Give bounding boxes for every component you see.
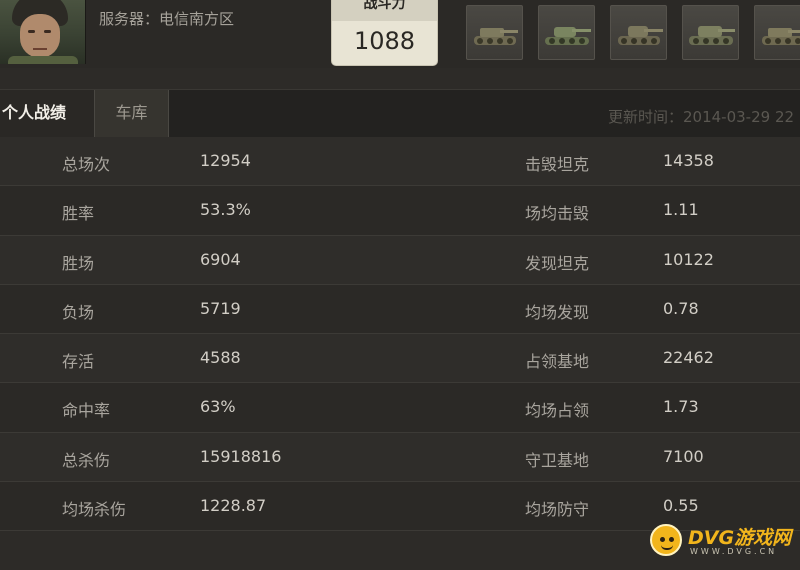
stat-value: 0.55	[663, 496, 699, 516]
stats-row: 负场 5719 均场发现 0.78	[0, 284, 800, 335]
stats-row: 存活 4588 占领基地 22462	[0, 334, 800, 384]
tank-icon	[474, 28, 518, 45]
updated-time: 更新时间：2014-03-29 22	[608, 108, 795, 126]
avatar-eye-right	[44, 30, 51, 33]
stat-label: 负场	[62, 302, 95, 322]
stat-value: 10122	[663, 249, 714, 269]
stat-value: 12954	[200, 151, 251, 170]
stat-value: 6904	[200, 249, 241, 269]
stat-label: 存活	[62, 352, 95, 372]
stat-value: 22462	[663, 348, 714, 368]
stat-label: 场均击毁	[525, 204, 590, 224]
stat-label: 均场防守	[525, 500, 590, 520]
stat-label: 击毁坦克	[525, 155, 590, 174]
stat-value: 7100	[663, 446, 704, 466]
watermark-title: DVG游戏网	[688, 527, 792, 549]
profile-header: 服务器：电信南方区 战斗力 1088	[0, 0, 800, 68]
stat-value: 1228.87	[200, 496, 267, 516]
stat-label: 守卫基地	[525, 450, 590, 470]
tank-thumbnail-3[interactable]	[610, 5, 667, 60]
stat-label: 总场次	[62, 155, 111, 174]
logo-smile	[661, 545, 673, 550]
stat-label: 胜场	[62, 253, 95, 273]
stat-value: 1.73	[663, 397, 699, 417]
tab-personal-record[interactable]: 个人战绩	[0, 90, 94, 138]
stats-row: 总场次 12954 击毁坦克 14358	[0, 137, 800, 187]
combat-rating-value: 1088	[353, 27, 416, 55]
stat-value: 5719	[200, 298, 241, 318]
tank-icon	[762, 28, 800, 45]
site-watermark: DVG游戏网 WWW.DVG.CN	[650, 520, 800, 560]
stat-value: 1.11	[663, 200, 699, 220]
stat-value: 4588	[200, 348, 241, 368]
stat-label: 总杀伤	[62, 450, 111, 470]
combat-rating-box: 战斗力 1088	[331, 0, 438, 66]
stat-label: 胜率	[62, 204, 95, 224]
stat-label: 命中率	[62, 401, 111, 421]
tank-thumbnail-2[interactable]	[538, 5, 595, 60]
tank-thumbnail-1[interactable]	[466, 5, 523, 60]
stats-row: 命中率 63% 均场占领 1.73	[0, 383, 800, 433]
avatar-eye-left	[28, 30, 35, 33]
stats-row: 胜率 53.3% 场均击毁 1.11	[0, 186, 800, 236]
stats-row: 胜场 6904 发现坦克 10122	[0, 235, 800, 285]
tab-garage[interactable]: 车库	[94, 90, 169, 138]
stat-label: 占领基地	[525, 352, 590, 372]
stat-label: 均场发现	[525, 302, 590, 322]
logo-eye	[660, 537, 665, 542]
player-avatar	[0, 0, 86, 64]
stat-value: 63%	[200, 397, 236, 417]
stat-label: 均场占领	[525, 401, 590, 421]
watermark-url: WWW.DVG.CN	[690, 547, 778, 556]
avatar-face	[20, 14, 60, 58]
stat-value: 0.78	[663, 298, 699, 318]
stat-value: 15918816	[200, 446, 282, 466]
tank-thumbnail-5[interactable]	[754, 5, 800, 60]
stat-value: 14358	[663, 151, 714, 170]
watermark-logo-icon	[650, 524, 682, 556]
tank-icon	[689, 26, 735, 45]
avatar-mouth	[33, 48, 47, 50]
tab-bar: 个人战绩 车库 更新时间：2014-03-29 22	[0, 89, 800, 138]
stats-row: 总杀伤 15918816 守卫基地 7100	[0, 432, 800, 483]
stats-table: 总场次 12954 击毁坦克 14358 胜率 53.3% 场均击毁 1.11 …	[0, 137, 800, 532]
tank-icon	[618, 26, 663, 45]
server-text: 服务器：电信南方区	[99, 10, 235, 28]
stat-value: 53.3%	[200, 200, 251, 220]
logo-eye	[669, 537, 674, 542]
tank-icon	[545, 27, 591, 45]
avatar-collar	[8, 56, 78, 64]
tank-thumbnail-4[interactable]	[682, 5, 739, 60]
combat-rating-label: 战斗力	[332, 0, 437, 21]
stat-label: 发现坦克	[525, 253, 590, 273]
stat-label: 均场杀伤	[62, 500, 127, 520]
